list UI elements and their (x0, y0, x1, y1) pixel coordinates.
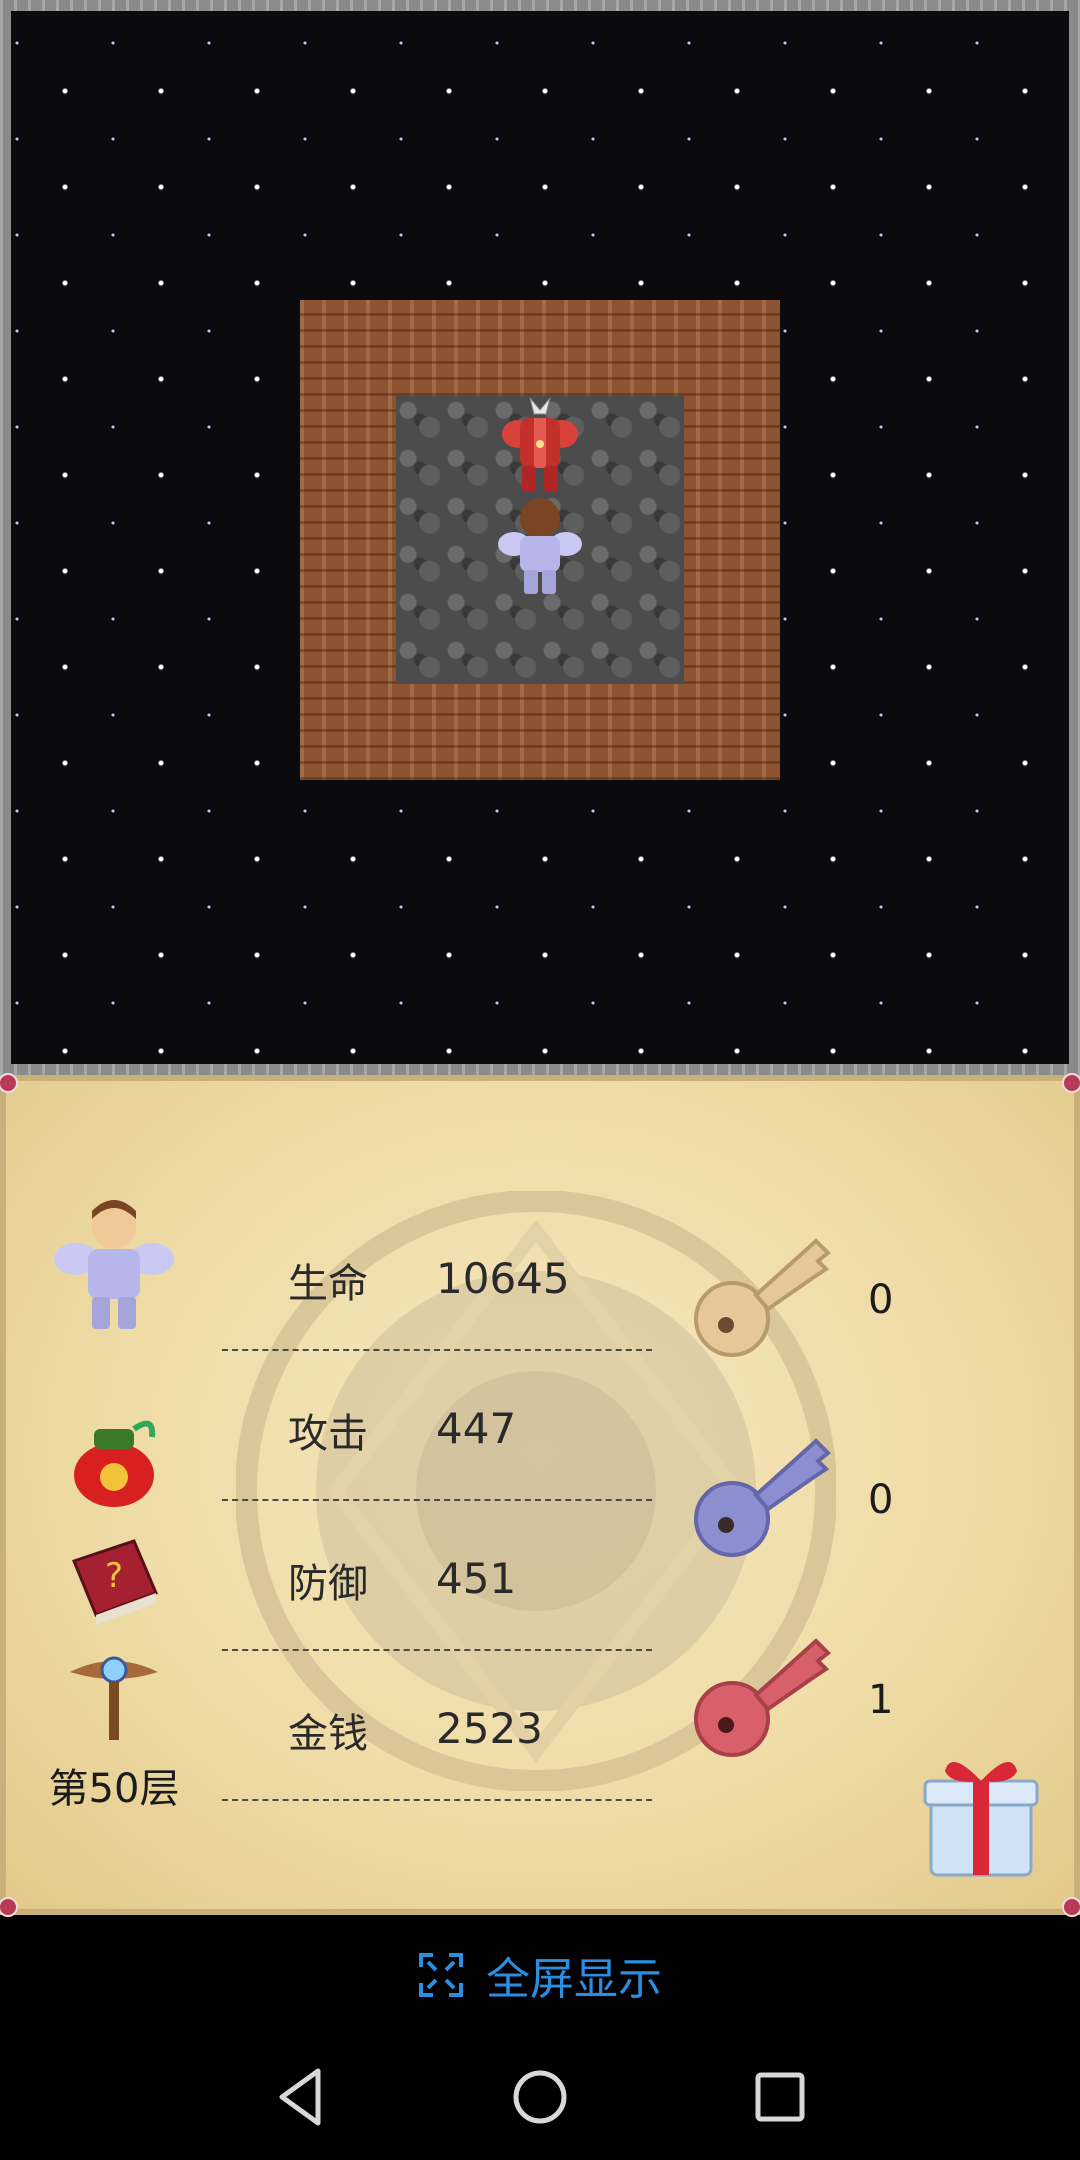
yellow-key-count: 0 (868, 1277, 894, 1323)
attack-value: 447 (436, 1404, 517, 1453)
floor-indicator: 第50层 (48, 1766, 180, 1812)
panel-corner-ornament (0, 1897, 18, 1917)
home-icon[interactable] (500, 2057, 580, 2137)
hp-label: 生命 (288, 1261, 368, 1307)
stat-divider (222, 1649, 652, 1651)
blue-key-count: 0 (868, 1477, 894, 1523)
system-navigation-bar (0, 2035, 1080, 2160)
attack-label: 攻击 (288, 1411, 368, 1457)
back-icon[interactable] (262, 2057, 342, 2137)
panel-corner-ornament (1062, 1073, 1080, 1093)
hp-value: 10645 (436, 1254, 570, 1303)
gold-label: 金钱 (288, 1711, 368, 1757)
fullscreen-button[interactable]: 全屏显示 (0, 1915, 1080, 2035)
recents-icon[interactable] (740, 2057, 820, 2137)
svg-text:?: ? (105, 1556, 123, 1596)
panel-corner-ornament (0, 1073, 18, 1093)
fullscreen-label: 全屏显示 (486, 1954, 662, 2005)
red-key-count: 1 (868, 1677, 894, 1723)
red-knight-npc[interactable] (490, 396, 590, 496)
red-key-icon (694, 1638, 831, 1757)
fly-wand-icon[interactable] (64, 1646, 164, 1746)
panel-corner-ornament (1062, 1897, 1080, 1917)
lucky-bag-icon[interactable] (64, 1411, 164, 1511)
hero-player[interactable] (490, 496, 590, 596)
blue-key-icon (694, 1438, 831, 1557)
hero-portrait-icon (54, 1200, 174, 1329)
game-map[interactable] (0, 0, 1080, 1075)
gift-icon[interactable] (911, 1741, 1051, 1881)
stat-divider (222, 1499, 652, 1501)
defense-label: 防御 (288, 1561, 368, 1607)
stat-divider (222, 1349, 652, 1351)
yellow-key-icon (694, 1238, 831, 1357)
status-panel: ? 第50层 生命 10645 攻击 447 防御 451 金钱 2523 0 … (0, 1073, 1080, 1917)
monster-book-icon[interactable]: ? (64, 1531, 164, 1631)
gold-value: 2523 (436, 1704, 543, 1753)
fullscreen-icon (419, 1953, 463, 1997)
defense-value: 451 (436, 1554, 517, 1603)
stat-divider (222, 1799, 652, 1801)
